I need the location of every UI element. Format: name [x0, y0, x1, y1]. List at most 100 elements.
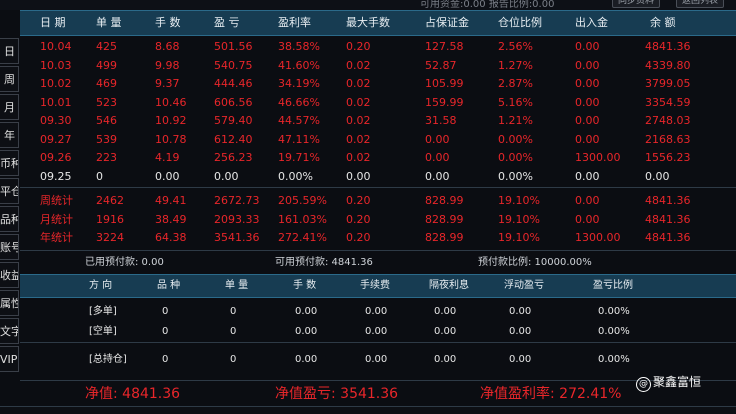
prepay-ratio-text: 预付款比例: 10000.00% [478, 257, 592, 268]
cell-profit-rate: 44.57% [278, 114, 320, 127]
sidebar: 日 周 月 年 币种 平仓 品种 账号 收益幅 属性 文字 VIP [0, 38, 19, 374]
cell-date: 09.27 [40, 132, 72, 146]
cell-position-ratio: 2.56% [498, 40, 533, 53]
watermark: @ 聚鑫富恒 [636, 374, 701, 392]
position-row: [总持仓] 0 0 0.00 0.00 0.00 0.00 0.00% [20, 350, 736, 370]
totals-row: 年统计 3224 64.38 3541.36 272.41% 0.20 828.99 19.1… [20, 229, 736, 247]
cell-deposit: 0.00 [575, 194, 600, 207]
cell-date: 09.26 [40, 151, 72, 164]
cell-pnl: 3541.36 [214, 231, 260, 244]
cell-deposit: 0.00 [575, 169, 600, 183]
sidebar-tab-symbol[interactable]: 品种 [0, 206, 19, 232]
cell-lots: 10.92 [155, 114, 187, 127]
cell-deposit: 0.00 [575, 77, 600, 90]
cell-margin: 52.87 [425, 58, 457, 72]
cell-orders: 3224 [96, 231, 124, 244]
sidebar-tab-vip[interactable]: VIP [0, 346, 19, 372]
pos-col-floating-pnl: 浮动盈亏 [504, 280, 544, 291]
totals-row: 月统计 1916 38.49 2093.33 161.03% 0.20 828.99 19.1… [20, 211, 736, 229]
cell-pnl: 540.75 [214, 58, 253, 72]
pos-cell-direction: [多单] [89, 306, 117, 317]
sidebar-tab-account[interactable]: 账号 [0, 234, 19, 260]
cell-margin: 105.99 [425, 77, 464, 90]
cell-balance: 4841.36 [645, 231, 691, 244]
back-to-list-button[interactable]: 返回列表 [676, 0, 725, 8]
cell-deposit: 1300.00 [575, 231, 621, 244]
cell-balance: 4841.36 [645, 194, 691, 207]
pos-cell-floating-pnl: 0.00 [509, 326, 532, 337]
pos-col-pnl-ratio: 盈亏比例 [593, 280, 633, 291]
sidebar-tab-return[interactable]: 收益幅 [0, 262, 19, 288]
sidebar-tab-day[interactable]: 日 [0, 38, 19, 64]
cell-date: 10.01 [40, 95, 72, 109]
cell-margin: 127.58 [425, 40, 464, 53]
table-row: 09.27 539 10.78 612.40 47.11% 0.02 0.00 0.00% 0.… [20, 131, 736, 149]
prepay-summary: 已用预付款: 0.00 可用预付款: 4841.36 预付款比例: 10000.… [20, 252, 736, 274]
cell-orders: 499 [96, 58, 117, 72]
cell-orders: 223 [96, 151, 117, 164]
cell-margin: 31.58 [425, 114, 457, 127]
cell-pnl: 2672.73 [214, 194, 260, 207]
cell-margin: 828.99 [425, 231, 464, 244]
cell-orders: 469 [96, 77, 117, 90]
cell-pnl: 579.40 [214, 114, 253, 127]
position-row: [多单] 0 0 0.00 0.00 0.00 0.00 0.00% [20, 302, 736, 322]
cell-profit-rate: 47.11% [278, 132, 320, 146]
pos-cell-swap: 0.00 [434, 354, 457, 365]
cell-max-lots: 0.20 [346, 231, 371, 244]
cell-orders: 546 [96, 114, 117, 127]
col-header-orders: 单 量 [96, 16, 122, 29]
cell-pnl: 2093.33 [214, 212, 260, 226]
cell-balance: 1556.23 [645, 151, 691, 164]
cell-lots: 38.49 [155, 212, 187, 226]
pos-cell-floating-pnl: 0.00 [509, 354, 532, 365]
cell-balance: 3354.59 [645, 95, 691, 109]
net-profit-rate-text: 净值盈利率: 272.41% [480, 386, 622, 402]
top-hint: 可用资金:0.00 报告比例:0.00 [420, 0, 555, 10]
table-row: 09.25 0 0.00 0.00 0.00% 0.00 0.00 0.00% 0.00 0.00 [20, 168, 736, 186]
col-header-deposit: 出入金 [575, 16, 608, 29]
cell-lots: 4.19 [155, 151, 180, 164]
sync-button[interactable]: 同步资料 [612, 0, 661, 8]
cell-max-lots: 0.02 [346, 58, 371, 72]
col-header-margin: 占保证金 [425, 16, 469, 29]
pos-col-symbol: 品 种 [157, 280, 181, 291]
cell-balance: 4841.36 [645, 40, 691, 53]
pos-cell-lots: 0.00 [295, 354, 318, 365]
cell-margin: 828.99 [425, 212, 464, 226]
pos-cell-pnl-ratio: 0.00% [598, 306, 630, 317]
cell-pnl: 0.00 [214, 169, 239, 183]
cell-deposit: 0.00 [575, 114, 600, 127]
sidebar-tab-currency[interactable]: 币种 [0, 150, 19, 176]
cell-profit-rate: 34.19% [278, 77, 320, 90]
cell-max-lots: 0.00 [346, 169, 371, 183]
pos-cell-orders: 0 [230, 326, 237, 337]
sidebar-tab-month[interactable]: 月 [0, 94, 19, 120]
available-prepay-text: 可用预付款: 4841.36 [275, 257, 373, 268]
watermark-text: 聚鑫富恒 [653, 375, 702, 389]
used-prepay-text: 已用预付款: 0.00 [85, 257, 164, 268]
col-header-date: 日 期 [40, 16, 66, 29]
table-row: 10.03 499 9.98 540.75 41.60% 0.02 52.87 1.27% 0.… [20, 57, 736, 75]
cell-profit-rate: 38.58% [278, 40, 320, 53]
cell-date: 10.03 [40, 58, 72, 72]
cell-max-lots: 0.20 [346, 212, 371, 226]
sidebar-tab-year[interactable]: 年 [0, 122, 19, 148]
cell-max-lots: 0.20 [346, 40, 371, 53]
cell-position-ratio: 19.10% [498, 231, 540, 244]
divider [20, 342, 736, 343]
cell-profit-rate: 46.66% [278, 95, 320, 109]
sidebar-tab-week[interactable]: 周 [0, 66, 19, 92]
cell-profit-rate: 41.60% [278, 58, 320, 72]
sidebar-tab-text[interactable]: 文字 [0, 318, 19, 344]
cell-date: 10.04 [40, 40, 72, 53]
cell-deposit: 0.00 [575, 58, 600, 72]
cell-orders: 523 [96, 95, 117, 109]
cell-orders: 425 [96, 40, 117, 53]
cell-position-ratio: 19.10% [498, 194, 540, 207]
col-header-pnl: 盈 亏 [214, 16, 240, 29]
sidebar-tab-attribute[interactable]: 属性 [0, 290, 19, 316]
cell-position-ratio: 19.10% [498, 212, 540, 226]
sidebar-tab-closed[interactable]: 平仓 [0, 178, 19, 204]
at-icon: @ [636, 377, 651, 392]
